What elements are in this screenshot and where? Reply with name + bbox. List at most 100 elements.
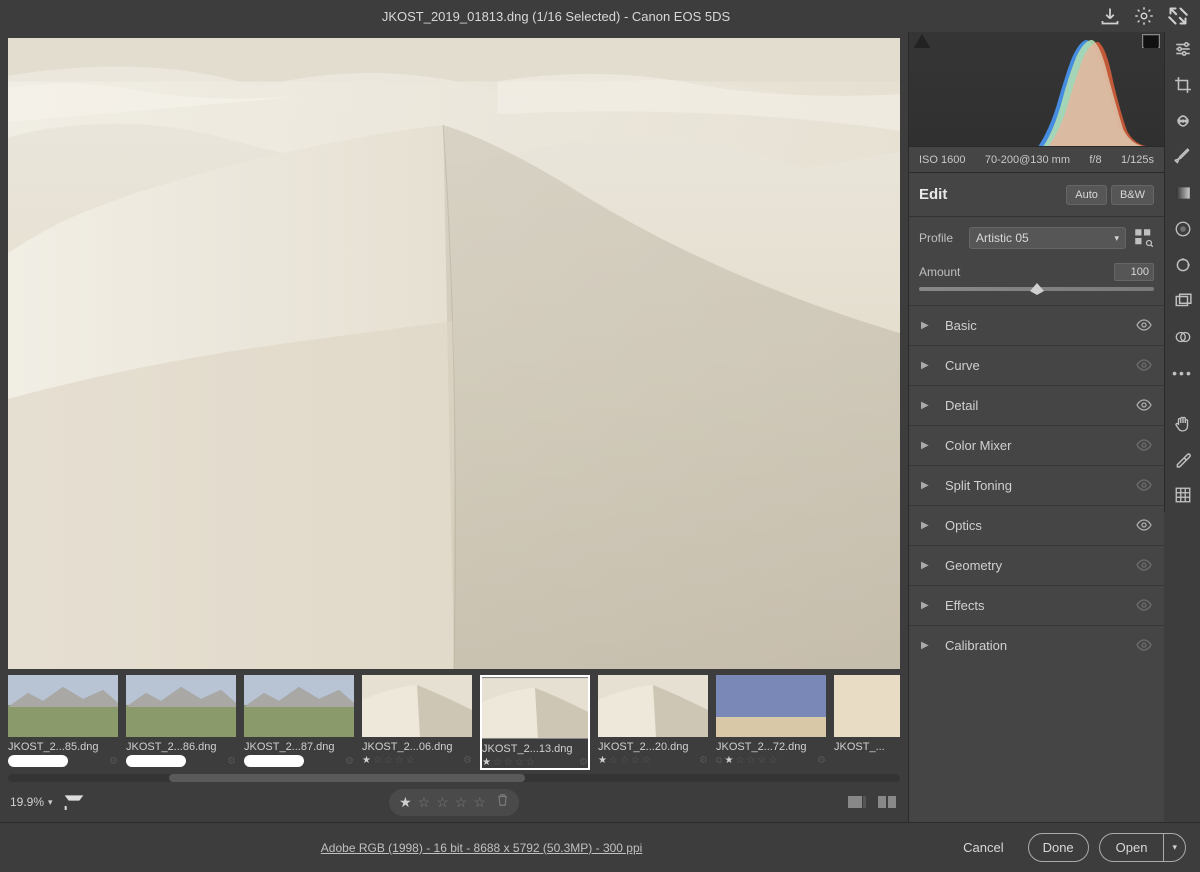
thumbnail[interactable]: JKOST_2...06.dng★☆☆☆☆⚙ xyxy=(362,675,472,770)
panel-optics[interactable]: ▶ Optics xyxy=(909,505,1164,545)
histogram[interactable] xyxy=(909,32,1164,147)
edit-panel: ISO 1600 70-200@130 mm f/8 1/125s Edit A… xyxy=(908,32,1164,822)
chevron-right-icon: ▶ xyxy=(921,640,935,651)
panel-label: Curve xyxy=(945,358,1136,373)
filmstrip-scrollbar[interactable] xyxy=(8,774,900,782)
thumbnail[interactable]: JKOST_2...87.dng⚙ xyxy=(244,675,354,770)
rating-star-1[interactable]: ★ xyxy=(399,794,412,811)
auto-button[interactable]: Auto xyxy=(1066,185,1107,205)
zoom-level[interactable]: 19.9%▾ xyxy=(10,795,53,809)
thumbnail[interactable]: JKOST_2...72.dng ⧉ ★☆☆☆☆⚙ xyxy=(716,675,826,770)
thumbnail-meta: ⚙ xyxy=(244,755,354,767)
filmstrip[interactable]: JKOST_2...85.dng⚙JKOST_2...86.dng⚙JKOST_… xyxy=(8,675,900,770)
amount-slider[interactable] xyxy=(919,287,1154,291)
thumbnail-label: JKOST_2...72.dng xyxy=(716,741,826,753)
crop-icon[interactable] xyxy=(1172,74,1194,96)
open-button[interactable]: Open xyxy=(1099,833,1164,862)
panel-detail[interactable]: ▶ Detail xyxy=(909,385,1164,425)
focal-value: 70-200@130 mm xyxy=(985,154,1070,166)
thumbnail[interactable]: JKOST_2...13.dng★☆☆☆☆⚙ xyxy=(480,675,590,770)
snapshots-icon[interactable] xyxy=(1172,290,1194,312)
title-bar: JKOST_2019_01813.dng (1/16 Selected) - C… xyxy=(0,0,1200,32)
single-view-icon[interactable] xyxy=(846,793,868,811)
heal-icon[interactable] xyxy=(1172,110,1194,132)
fullscreen-icon[interactable] xyxy=(1168,6,1188,26)
shadow-clip-icon[interactable] xyxy=(913,34,931,48)
panel-label: Geometry xyxy=(945,558,1136,573)
thumbnail[interactable]: JKOST_2...86.dng⚙ xyxy=(126,675,236,770)
edit-heading: Edit xyxy=(919,186,1062,203)
panel-split-toning[interactable]: ▶Split Toning xyxy=(909,465,1164,505)
panel-geometry[interactable]: ▶Geometry xyxy=(909,545,1164,585)
thumbnail-meta: ⧉ ★☆☆☆☆⚙ xyxy=(716,755,826,766)
thumbnail-meta: ⚙ xyxy=(126,755,236,767)
rating-star-4[interactable]: ☆ xyxy=(455,794,468,811)
download-icon[interactable] xyxy=(1100,6,1120,26)
panel-effects[interactable]: ▶Effects xyxy=(909,585,1164,625)
sliders-icon[interactable] xyxy=(1172,38,1194,60)
workflow-options[interactable]: Adobe RGB (1998) - 16 bit - 8688 x 5792 … xyxy=(14,841,949,855)
rating-star-5[interactable]: ☆ xyxy=(473,794,486,811)
visibility-eye-icon[interactable] xyxy=(1136,398,1152,414)
rating-star-2[interactable]: ☆ xyxy=(418,794,431,811)
panel-label: Optics xyxy=(945,518,1136,533)
profile-browser-icon[interactable] xyxy=(1134,228,1154,248)
profile-select[interactable]: Artistic 05▾ xyxy=(969,227,1126,249)
visibility-eye-icon[interactable] xyxy=(1136,558,1152,574)
panel-calibration[interactable]: ▶ Calibration xyxy=(909,625,1164,665)
visibility-eye-icon[interactable] xyxy=(1136,358,1152,374)
redeye-icon[interactable] xyxy=(1172,254,1194,276)
hand-icon[interactable] xyxy=(1172,412,1194,434)
visibility-eye-icon[interactable] xyxy=(1136,518,1152,534)
chevron-right-icon: ▶ xyxy=(921,440,935,451)
panel-color-mixer[interactable]: ▶ Color Mixer xyxy=(909,425,1164,465)
visibility-eye-icon[interactable] xyxy=(1136,478,1152,494)
shutter-value: 1/125s xyxy=(1121,154,1154,166)
panel-curve[interactable]: ▶ Curve xyxy=(909,345,1164,385)
panel-label: Calibration xyxy=(945,638,1136,653)
chevron-right-icon: ▶ xyxy=(921,600,935,611)
thumbnail[interactable]: JKOST_2...85.dng⚙ xyxy=(8,675,118,770)
panel-list: ▶Basic▶Curve▶Detail▶Color Mixer▶Split To… xyxy=(909,305,1164,822)
visibility-eye-icon[interactable] xyxy=(1136,318,1152,334)
amount-label: Amount xyxy=(919,265,960,279)
compare-view-icon[interactable] xyxy=(876,793,898,811)
bw-button[interactable]: B&W xyxy=(1111,185,1154,205)
thumbnail[interactable]: JKOST_... xyxy=(834,675,900,770)
panel-label: Color Mixer xyxy=(945,438,1136,453)
thumbnail[interactable]: JKOST_2...20.dng★☆☆☆☆⚙ xyxy=(598,675,708,770)
visibility-eye-icon[interactable] xyxy=(1136,598,1152,614)
thumbnail-label: JKOST_2...20.dng xyxy=(598,741,708,753)
thumbnail-meta: ⚙ xyxy=(8,755,118,767)
profile-label: Profile xyxy=(919,231,961,245)
chevron-right-icon: ▶ xyxy=(921,520,935,531)
grid-icon[interactable] xyxy=(1172,484,1194,506)
open-button-caret[interactable]: ▾ xyxy=(1163,833,1186,862)
panel-basic[interactable]: ▶Basic xyxy=(909,305,1164,345)
brush-icon[interactable] xyxy=(1172,146,1194,168)
filter-flag-icon[interactable] xyxy=(63,793,85,811)
chevron-right-icon: ▶ xyxy=(921,400,935,411)
done-button[interactable]: Done xyxy=(1028,833,1089,862)
rating-star-3[interactable]: ☆ xyxy=(436,794,449,811)
cancel-button[interactable]: Cancel xyxy=(949,834,1017,861)
gear-icon[interactable] xyxy=(1134,6,1154,26)
chevron-right-icon: ▶ xyxy=(921,360,935,371)
color-sampler-icon[interactable] xyxy=(1172,448,1194,470)
panel-label: Split Toning xyxy=(945,478,1136,493)
thumbnail-label: JKOST_2...13.dng xyxy=(482,743,588,755)
linear-gradient-icon[interactable] xyxy=(1172,182,1194,204)
panel-label: Detail xyxy=(945,398,1136,413)
visibility-eye-icon[interactable] xyxy=(1136,438,1152,454)
amount-input[interactable] xyxy=(1114,263,1154,281)
presets-icon[interactable] xyxy=(1172,326,1194,348)
rating-bar: ★ ☆ ☆ ☆ ☆ xyxy=(389,789,519,816)
trash-icon[interactable] xyxy=(496,793,509,812)
more-icon[interactable]: ••• xyxy=(1172,362,1194,384)
visibility-eye-icon[interactable] xyxy=(1136,638,1152,654)
slider-handle[interactable] xyxy=(1030,282,1044,294)
radial-gradient-icon[interactable] xyxy=(1172,218,1194,240)
thumbnail-meta: ★☆☆☆☆⚙ xyxy=(362,755,472,766)
highlight-clip-icon[interactable] xyxy=(1142,34,1160,48)
image-viewer[interactable] xyxy=(8,38,900,669)
